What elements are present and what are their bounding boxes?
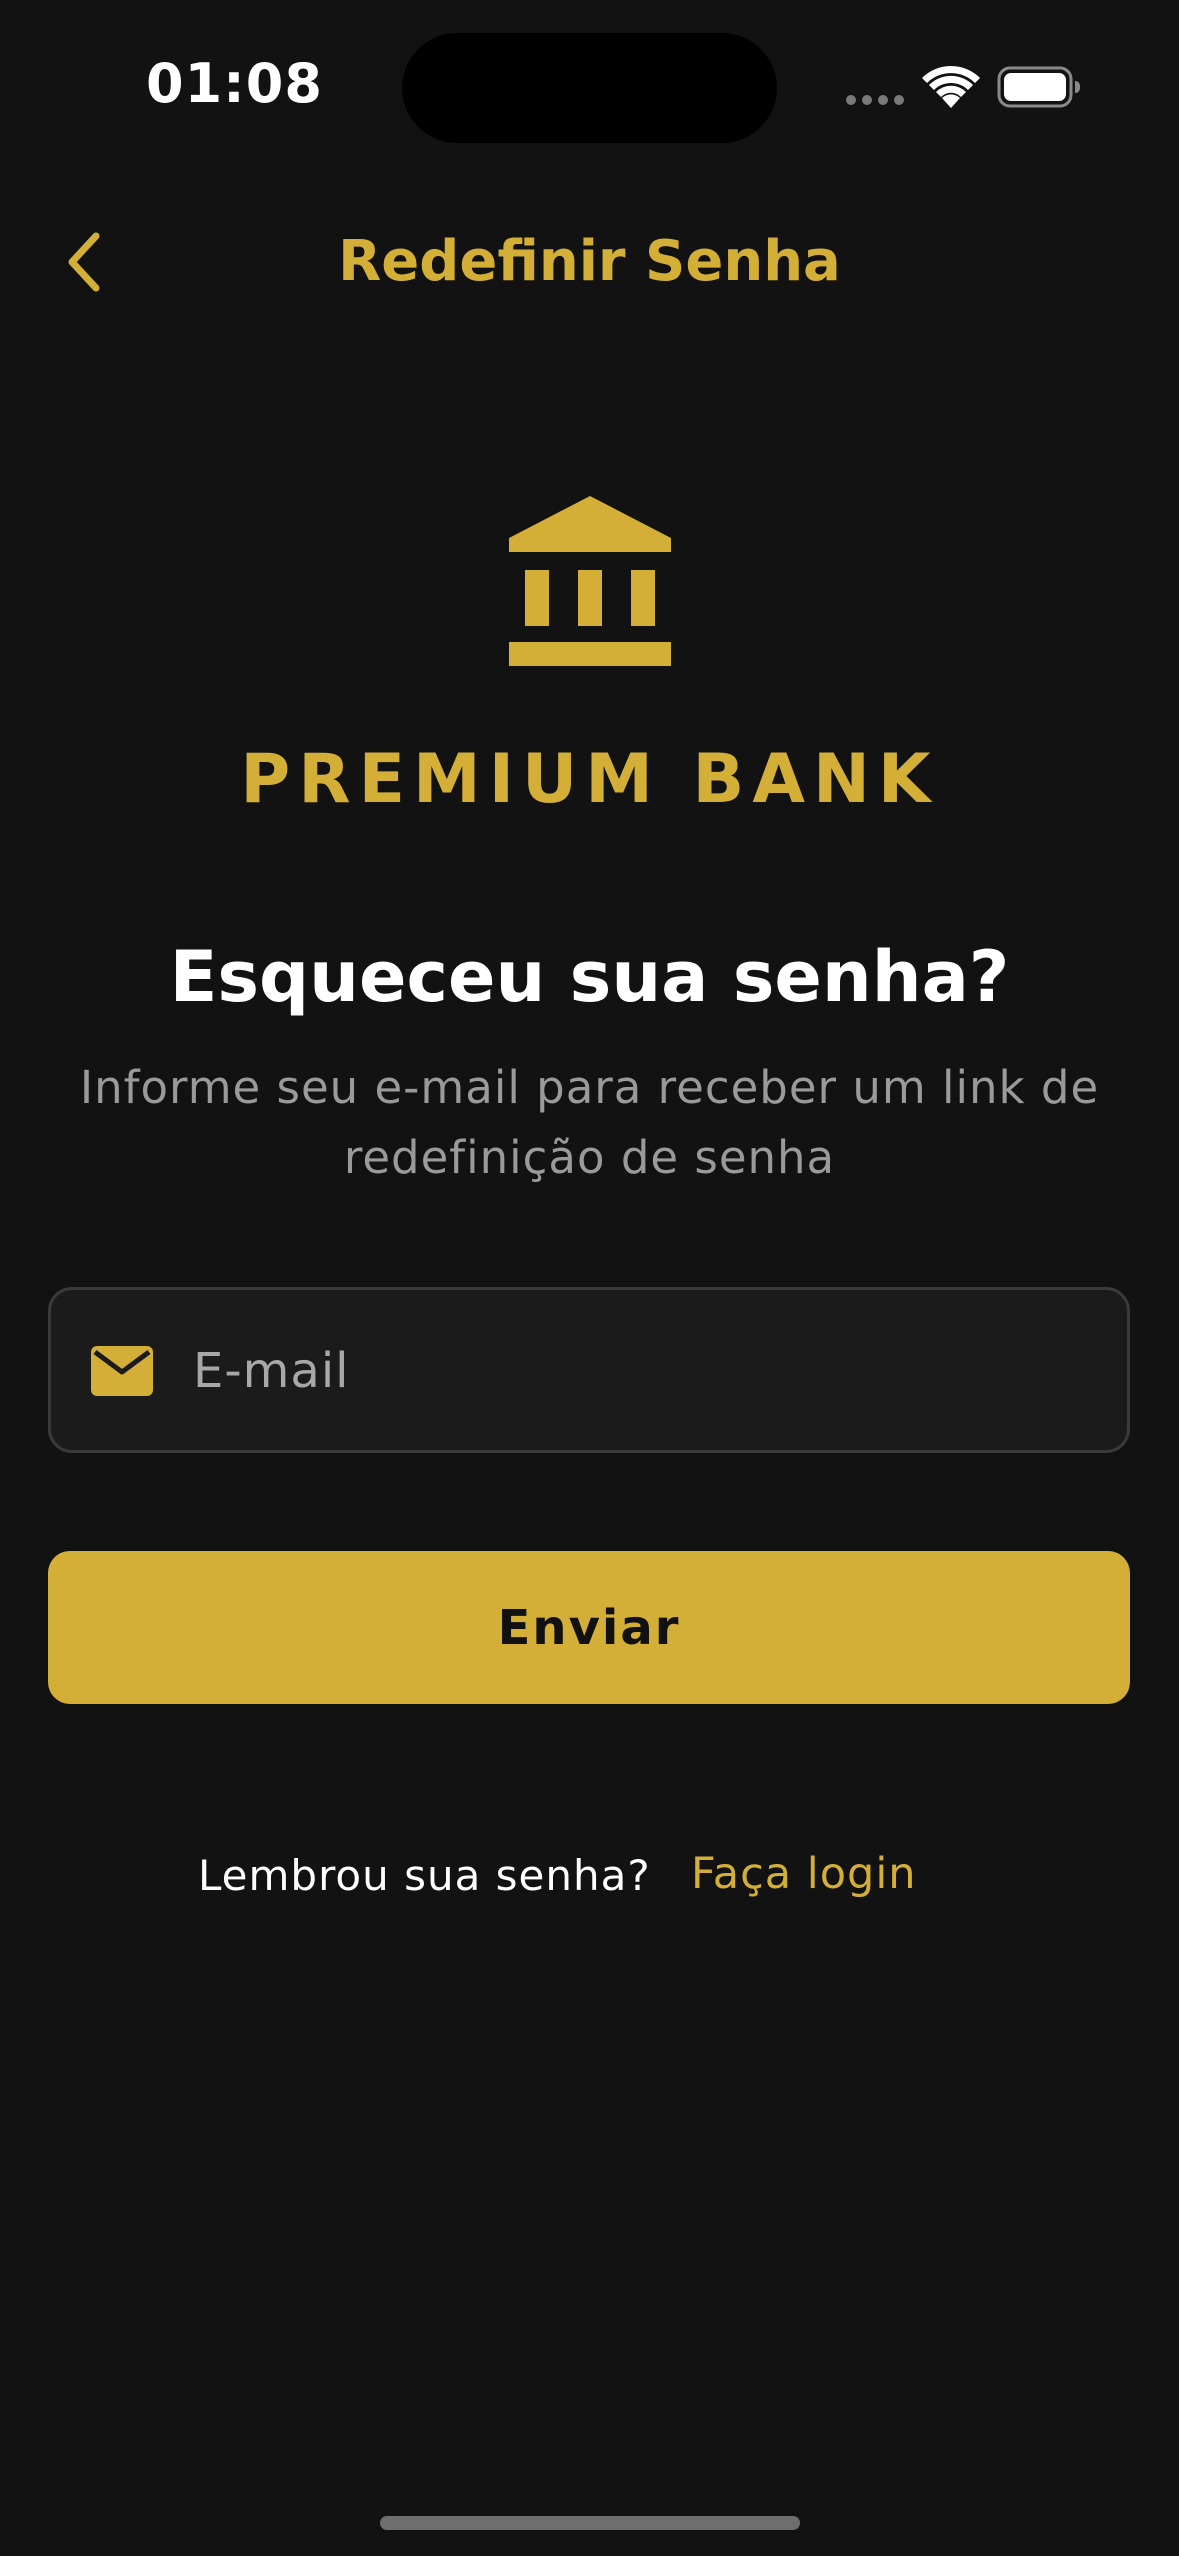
email-input[interactable] — [191, 1290, 1095, 1452]
home-indicator[interactable] — [380, 2516, 800, 2530]
login-link[interactable]: Faça login — [691, 1844, 917, 1904]
bank-building-icon — [509, 496, 671, 666]
status-bar: 01:08 — [0, 0, 1179, 180]
page-title: Redefinir Senha — [338, 229, 841, 294]
cellular-signal-icon — [846, 95, 906, 105]
status-time: 01:08 — [146, 52, 323, 115]
wifi-icon — [922, 65, 980, 108]
battery-icon — [997, 66, 1080, 108]
subtitle: Informe seu e-mail para receber um link … — [79, 1061, 1100, 1184]
dynamic-island — [402, 33, 777, 143]
mail-icon — [91, 1346, 153, 1396]
headline: Esqueceu sua senha? — [169, 936, 1010, 1018]
login-prompt: Lembrou sua senha? — [198, 1851, 651, 1900]
email-field[interactable] — [48, 1287, 1130, 1453]
send-button[interactable]: Enviar — [48, 1551, 1130, 1704]
brand-name: PREMIUM BANK — [240, 740, 939, 819]
